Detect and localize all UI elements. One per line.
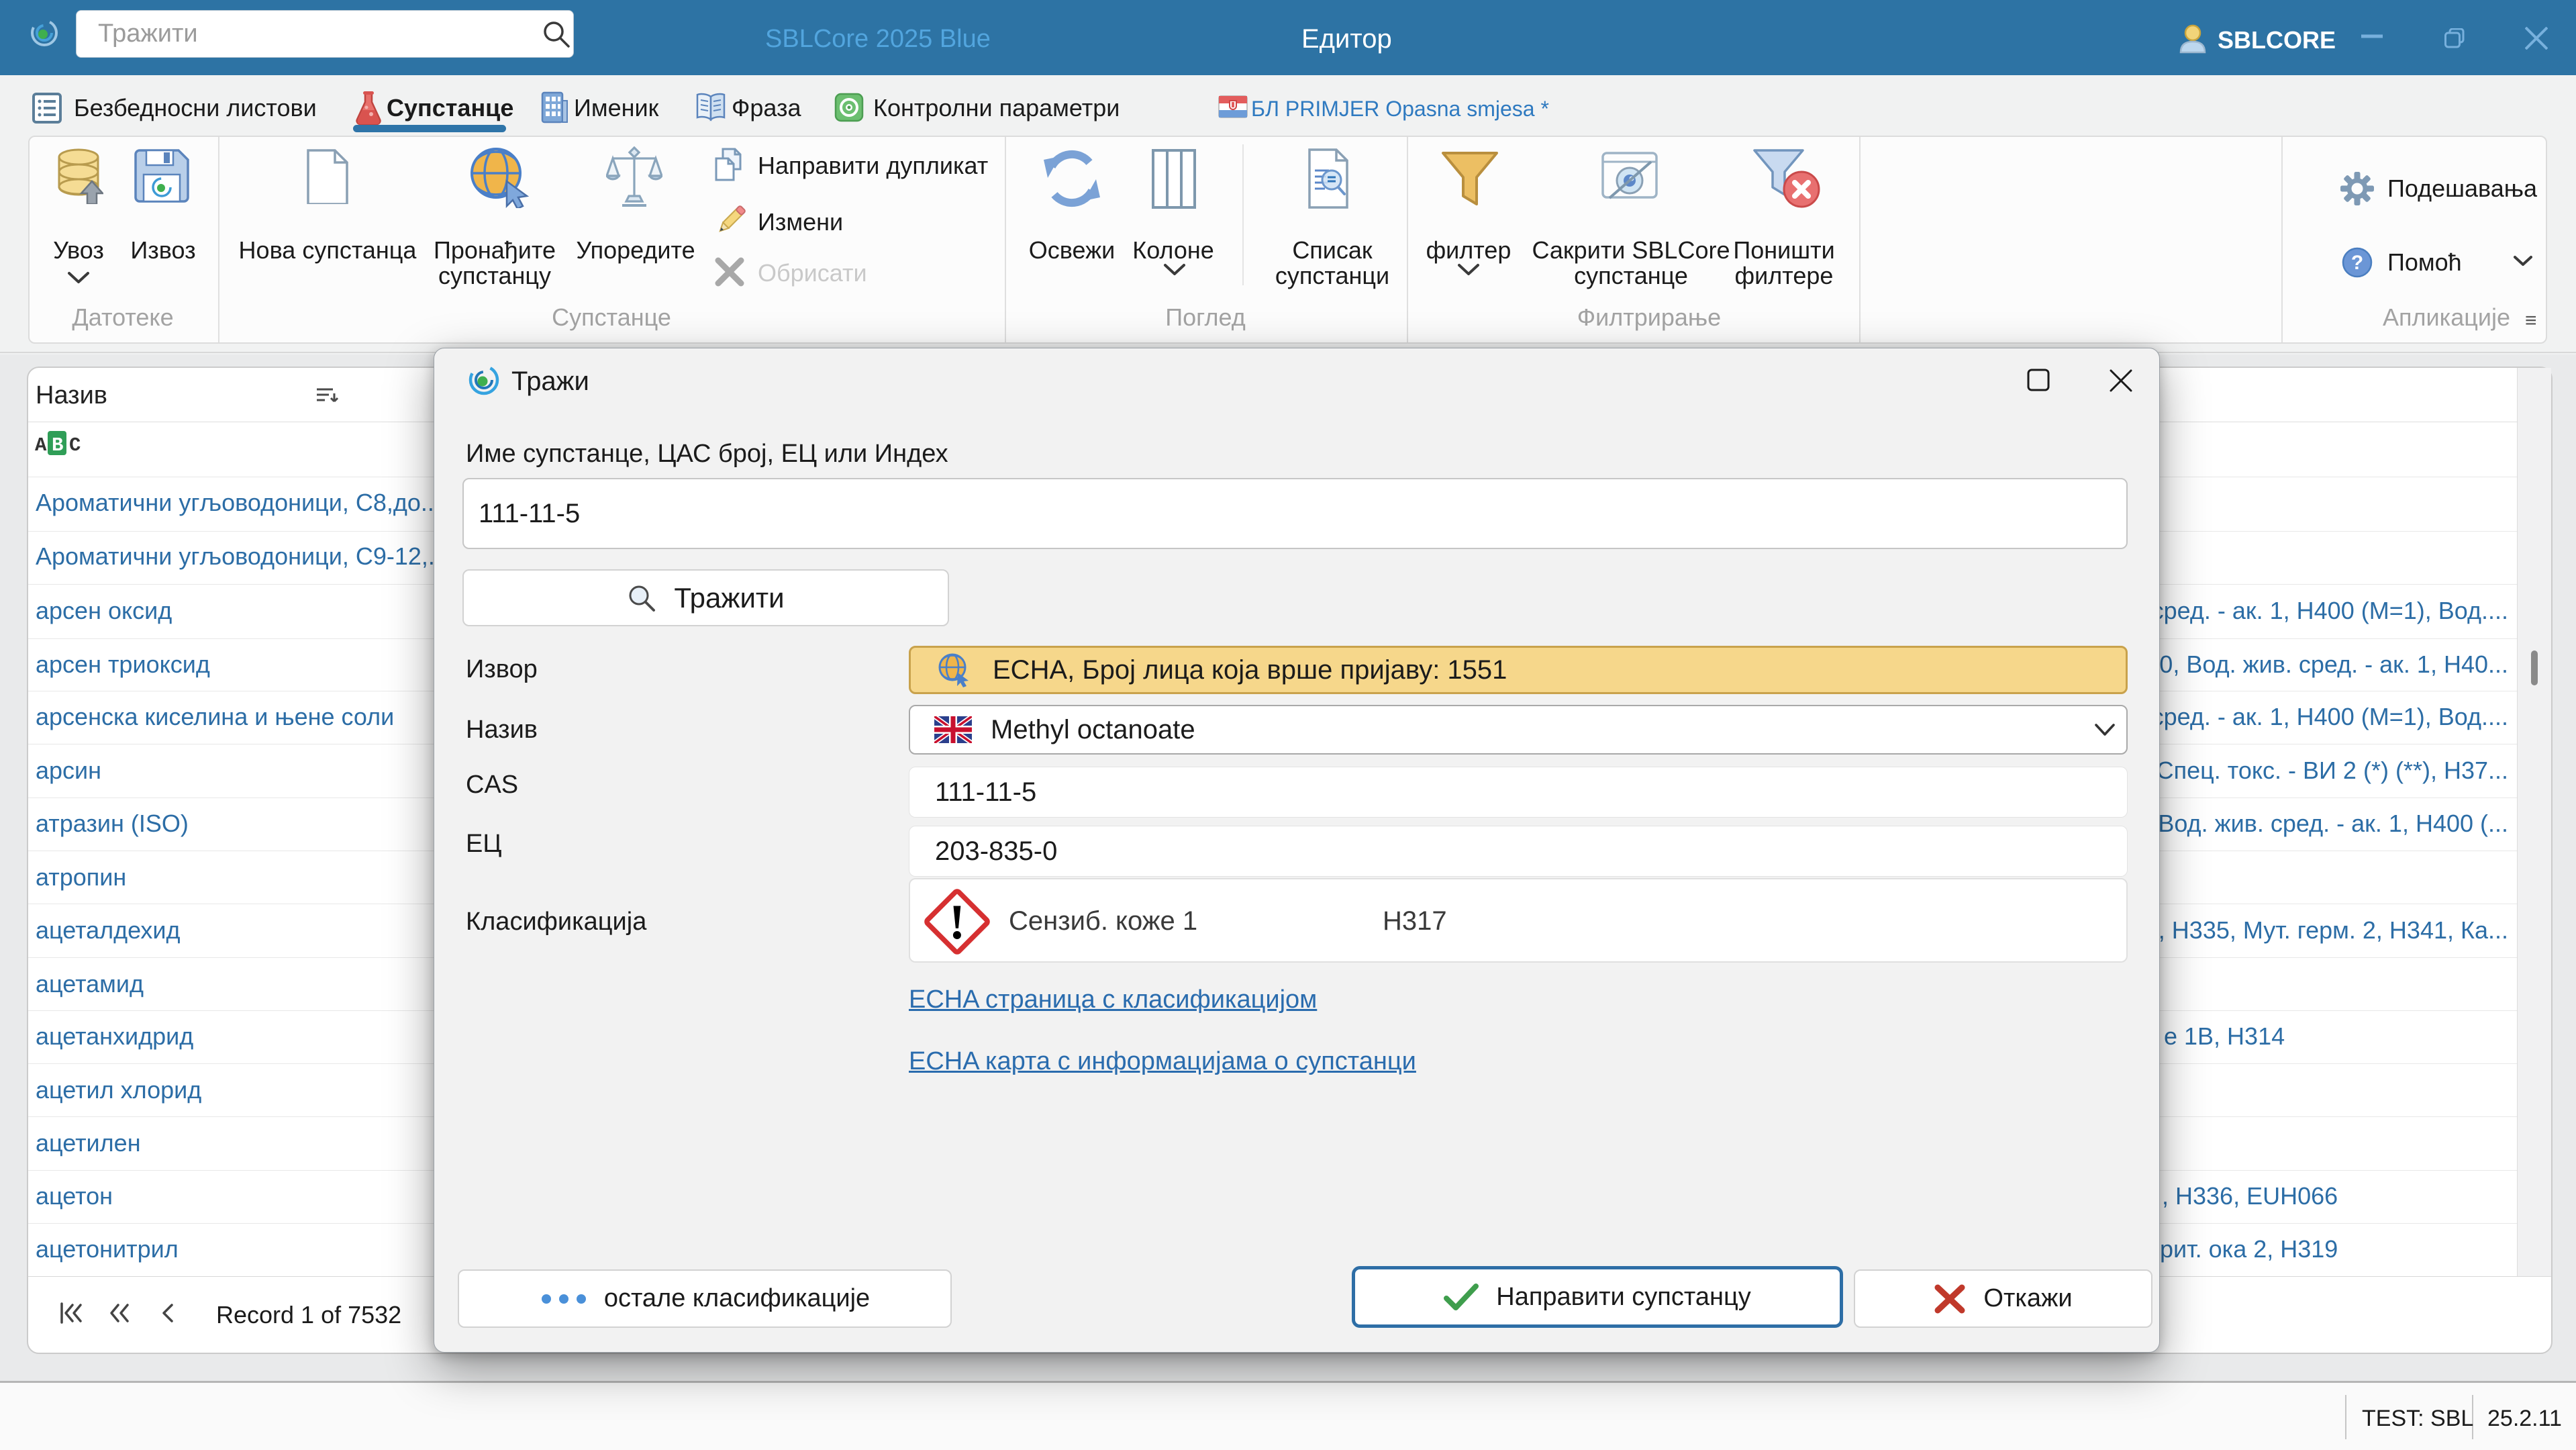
svg-text:?: ? — [2351, 252, 2363, 274]
svg-text:!: ! — [949, 895, 966, 950]
